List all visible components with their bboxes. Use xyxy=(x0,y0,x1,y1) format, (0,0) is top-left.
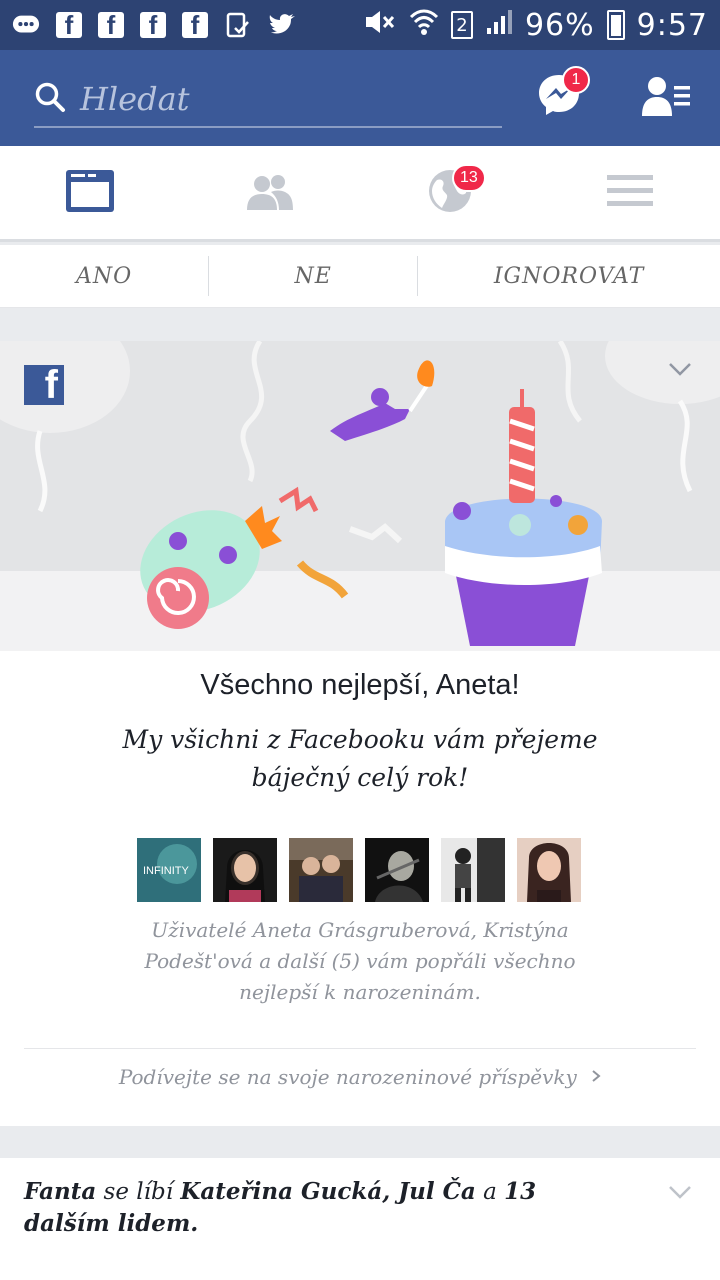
birthday-subtitle: My všichni z Facebooku vám přejeme báječ… xyxy=(122,725,598,792)
tab-menu[interactable] xyxy=(540,146,720,239)
messenger-button[interactable]: 1 xyxy=(536,66,590,122)
avatar[interactable] xyxy=(365,838,429,902)
avatar[interactable] xyxy=(213,838,277,902)
story-text: Fanta se líbí Kateřina Gucká, Jul Ča a 1… xyxy=(24,1176,624,1240)
birthday-posts-link-label: Podívejte se na svoje narozeninové přísp… xyxy=(118,1065,577,1089)
ignore-button[interactable]: IGNOROVAT xyxy=(418,264,720,289)
avatar[interactable] xyxy=(289,838,353,902)
story-people[interactable]: Kateřina Gucká, Jul Ča xyxy=(180,1178,475,1205)
story-connector: a xyxy=(483,1179,497,1205)
birthday-title: Všechno nejlepší, Aneta! xyxy=(200,669,520,701)
facebook-notification-icon: f xyxy=(98,12,124,38)
friends-icon xyxy=(245,170,295,216)
tab-notifications[interactable]: 13 xyxy=(360,146,540,239)
birthday-wishes-note: Uživatelé Aneta Grásgruberová, Kristýna … xyxy=(144,918,576,1004)
mute-icon xyxy=(363,8,397,43)
avatar-caption: INFINITY xyxy=(143,865,189,877)
no-button[interactable]: NE xyxy=(209,264,417,289)
friend-avatars: INFINITY xyxy=(137,838,581,902)
facebook-logo-icon: f xyxy=(24,365,64,405)
story-actor[interactable]: Fanta xyxy=(24,1178,96,1205)
top-header: Hledat 1 xyxy=(0,50,720,146)
search-placeholder: Hledat xyxy=(80,80,190,118)
story-verb: se líbí xyxy=(103,1179,174,1205)
friends-list-button[interactable] xyxy=(640,74,692,122)
twitter-icon xyxy=(268,11,296,39)
avatar[interactable]: INFINITY xyxy=(137,838,201,902)
tab-bar: 2 13 xyxy=(0,146,720,242)
yes-button[interactable]: ANO xyxy=(0,264,208,289)
chevron-down-icon xyxy=(668,362,692,381)
messenger-badge: 1 xyxy=(562,66,590,94)
hamburger-icon xyxy=(607,173,653,213)
signal-icon xyxy=(485,8,513,43)
birthday-posts-link[interactable]: Podívejte se na svoje narozeninové přísp… xyxy=(0,1065,720,1089)
clipboard-check-icon xyxy=(224,11,252,39)
facebook-notification-icon: f xyxy=(140,12,166,38)
search-icon xyxy=(34,81,66,117)
story-options-chevron[interactable] xyxy=(668,1184,692,1204)
chevron-down-icon xyxy=(668,1185,692,1204)
status-bar: f f f f 2 96% 9:57 xyxy=(0,0,720,50)
divider xyxy=(24,1048,696,1049)
clock: 9:57 xyxy=(636,7,708,43)
sim-indicator: 2 xyxy=(450,11,473,39)
person-list-icon xyxy=(640,77,692,122)
card-options-chevron[interactable] xyxy=(668,361,692,381)
tab-news-feed[interactable] xyxy=(0,146,180,239)
chevron-right-icon xyxy=(591,1065,601,1089)
wifi-icon xyxy=(409,8,439,43)
notifications-badge: 13 xyxy=(452,164,486,192)
avatar[interactable] xyxy=(441,838,505,902)
birthday-card: f Všechno nejlepší, Aneta! My všichni z … xyxy=(0,341,720,1126)
facebook-notification-icon: f xyxy=(56,12,82,38)
battery-icon xyxy=(606,10,625,40)
battery-percent: 96% xyxy=(524,7,595,43)
news-feed-icon xyxy=(66,169,114,216)
tab-friend-requests[interactable]: 2 xyxy=(180,146,484,239)
birthday-banner-image: f xyxy=(0,341,720,651)
messenger-icon xyxy=(536,75,582,122)
search-input[interactable]: Hledat xyxy=(34,72,502,128)
chat-bubble-icon xyxy=(12,11,40,39)
avatar[interactable] xyxy=(517,838,581,902)
request-actions: ANO NE IGNOROVAT xyxy=(0,245,720,308)
feed-story[interactable]: Fanta se líbí Kateřina Gucká, Jul Ča a 1… xyxy=(0,1158,720,1280)
facebook-notification-icon: f xyxy=(182,12,208,38)
